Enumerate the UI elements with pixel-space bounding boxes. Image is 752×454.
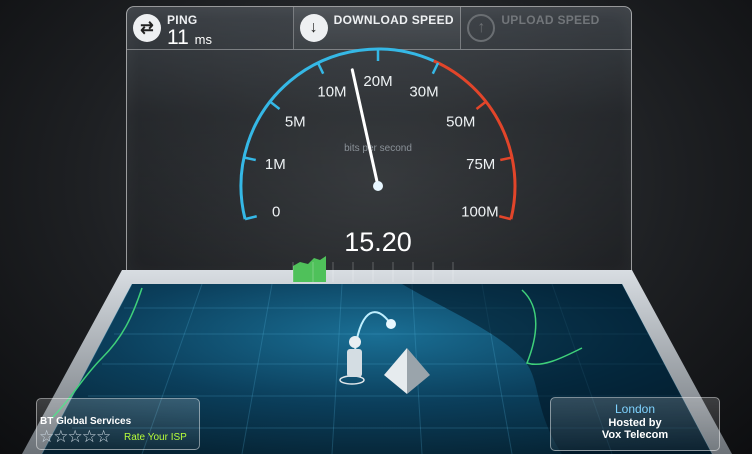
star-icon[interactable]: ☆ <box>96 427 111 446</box>
upload-stat: ↑ UPLOAD SPEED <box>461 7 631 49</box>
rate-isp-link[interactable]: Rate Your ISP <box>124 432 187 443</box>
ping-unit: ms <box>194 32 212 47</box>
ping-value: 11 ms <box>167 26 212 50</box>
star-icon[interactable]: ☆ <box>53 427 68 446</box>
host-name: Vox Telecom <box>601 429 669 441</box>
server-host: Hosted by Vox Telecom <box>551 417 719 441</box>
isp-panel[interactable]: BT Global Services ☆☆☆☆☆ Rate Your ISP <box>36 398 200 450</box>
download-arrow-icon: ↓ <box>299 14 328 42</box>
ping-stat: ⇄ PING 11 ms <box>127 7 294 49</box>
isp-name: BT Global Services <box>40 416 132 427</box>
download-stat: ↓ DOWNLOAD SPEED <box>293 7 462 49</box>
server-panel[interactable]: London Hosted by Vox Telecom <box>550 397 720 451</box>
speedtest-panel: ⇄ PING 11 ms ↓ DOWNLOAD SPEED ↑ UPLOAD S… <box>126 6 632 277</box>
ping-number: 11 <box>167 26 189 49</box>
rating-stars[interactable]: ☆☆☆☆☆ <box>39 427 111 447</box>
ping-label: PING <box>167 13 198 27</box>
star-icon[interactable]: ☆ <box>39 427 54 446</box>
hosted-by-label: Hosted by <box>608 417 662 429</box>
download-label: DOWNLOAD SPEED <box>333 13 454 27</box>
ping-arrows-icon: ⇄ <box>133 14 161 42</box>
upload-arrow-icon: ↑ <box>467 14 496 42</box>
upload-label: UPLOAD SPEED <box>501 13 600 27</box>
star-icon[interactable]: ☆ <box>68 427 83 446</box>
star-icon[interactable]: ☆ <box>82 427 97 446</box>
server-city: London <box>614 402 656 416</box>
stats-bar: ⇄ PING 11 ms ↓ DOWNLOAD SPEED ↑ UPLOAD S… <box>127 7 631 50</box>
server-node <box>386 319 396 329</box>
